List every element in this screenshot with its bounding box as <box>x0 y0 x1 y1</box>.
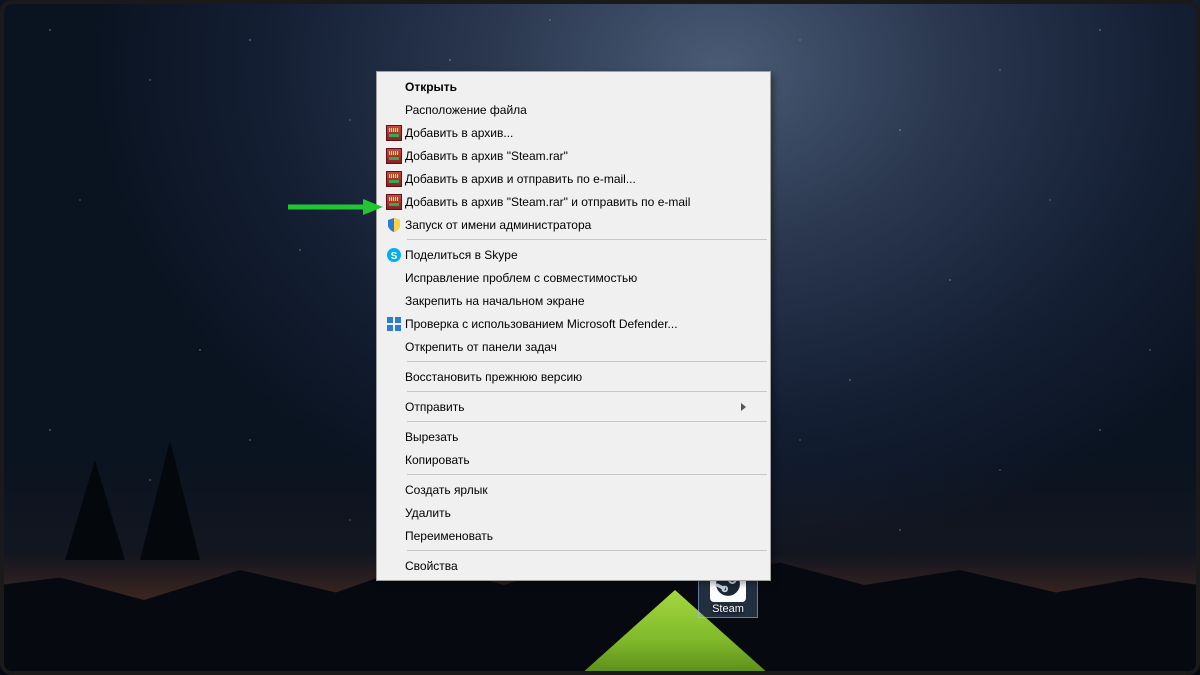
winrar-icon <box>383 193 405 211</box>
menu-icon-blank <box>383 368 405 386</box>
defender-icon <box>383 315 405 333</box>
menu-item[interactable]: Создать ярлык <box>379 478 768 501</box>
chevron-right-icon <box>741 403 746 411</box>
annotation-arrow <box>283 197 383 217</box>
desktop-icon-label: Steam <box>712 603 744 615</box>
menu-item[interactable]: S Поделиться в Skype <box>379 243 768 266</box>
menu-separator <box>407 550 767 551</box>
menu-item-label: Вырезать <box>405 430 746 444</box>
menu-item-label: Добавить в архив "Steam.rar" <box>405 149 746 163</box>
menu-icon-blank <box>383 292 405 310</box>
menu-separator <box>407 421 767 422</box>
menu-item[interactable]: Открепить от панели задач <box>379 335 768 358</box>
uac-shield-icon <box>383 216 405 234</box>
winrar-icon <box>383 124 405 142</box>
menu-item[interactable]: Запуск от имени администратора <box>379 213 768 236</box>
menu-separator <box>407 474 767 475</box>
menu-item[interactable]: Восстановить прежнюю версию <box>379 365 768 388</box>
menu-item-label: Открепить от панели задач <box>405 340 746 354</box>
winrar-icon <box>383 147 405 165</box>
winrar-icon <box>383 170 405 188</box>
menu-item-label: Восстановить прежнюю версию <box>405 370 746 384</box>
menu-item-label: Добавить в архив и отправить по e-mail..… <box>405 172 746 186</box>
menu-item-label: Отправить <box>405 400 741 414</box>
menu-icon-blank <box>383 78 405 96</box>
menu-item[interactable]: Копировать <box>379 448 768 471</box>
menu-item[interactable]: Переименовать <box>379 524 768 547</box>
menu-item-label: Свойства <box>405 559 746 573</box>
menu-icon-blank <box>383 557 405 575</box>
menu-item[interactable]: Свойства <box>379 554 768 577</box>
menu-item[interactable]: Расположение файла <box>379 98 768 121</box>
menu-item[interactable]: Добавить в архив "Steam.rar" и отправить… <box>379 190 768 213</box>
menu-item[interactable]: Вырезать <box>379 425 768 448</box>
menu-icon-blank <box>383 269 405 287</box>
menu-item-label: Поделиться в Skype <box>405 248 746 262</box>
menu-icon-blank <box>383 504 405 522</box>
menu-item[interactable]: Закрепить на начальном экране <box>379 289 768 312</box>
context-menu: Открыть Расположение файла Добавить в архи… <box>376 71 771 581</box>
menu-item[interactable]: Добавить в архив "Steam.rar" <box>379 144 768 167</box>
menu-separator <box>407 239 767 240</box>
menu-separator <box>407 391 767 392</box>
menu-item-label: Запуск от имени администратора <box>405 218 746 232</box>
svg-text:S: S <box>391 251 398 262</box>
menu-item-label: Переименовать <box>405 529 746 543</box>
menu-item-label: Исправление проблем с совместимостью <box>405 271 746 285</box>
menu-item-label: Создать ярлык <box>405 483 746 497</box>
menu-item-label: Добавить в архив... <box>405 126 746 140</box>
menu-item[interactable]: Открыть <box>379 75 768 98</box>
menu-item[interactable]: Исправление проблем с совместимостью <box>379 266 768 289</box>
menu-icon-blank <box>383 481 405 499</box>
skype-icon: S <box>383 246 405 264</box>
menu-icon-blank <box>383 398 405 416</box>
menu-icon-blank <box>383 527 405 545</box>
menu-item[interactable]: Добавить в архив и отправить по e-mail..… <box>379 167 768 190</box>
menu-item-label: Копировать <box>405 453 746 467</box>
menu-item-label: Открыть <box>405 80 746 94</box>
menu-item[interactable]: Удалить <box>379 501 768 524</box>
menu-item[interactable]: Отправить <box>379 395 768 418</box>
menu-item-label: Проверка с использованием Microsoft Defe… <box>405 317 746 331</box>
menu-icon-blank <box>383 338 405 356</box>
menu-item-label: Закрепить на начальном экране <box>405 294 746 308</box>
menu-icon-blank <box>383 451 405 469</box>
menu-item[interactable]: Проверка с использованием Microsoft Defe… <box>379 312 768 335</box>
menu-item[interactable]: Добавить в архив... <box>379 121 768 144</box>
menu-separator <box>407 361 767 362</box>
menu-icon-blank <box>383 428 405 446</box>
menu-item-label: Добавить в архив "Steam.rar" и отправить… <box>405 195 746 209</box>
menu-item-label: Расположение файла <box>405 103 746 117</box>
menu-icon-blank <box>383 101 405 119</box>
menu-item-label: Удалить <box>405 506 746 520</box>
